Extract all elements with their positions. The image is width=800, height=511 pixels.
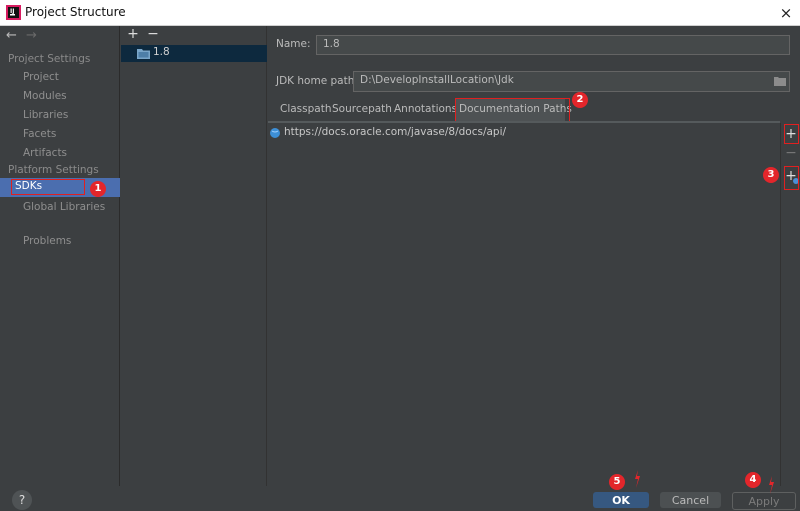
tab-sourcepath[interactable]: Sourcepath	[328, 99, 396, 121]
remove-sdk-button[interactable]: −	[146, 25, 160, 43]
annotation-badge-2: 2	[572, 92, 588, 108]
jdk-folder-icon	[137, 48, 150, 59]
annotation-badge-5: 5	[609, 474, 625, 490]
nav-item-modules[interactable]: Modules	[23, 90, 67, 102]
svg-text:IJ: IJ	[10, 8, 14, 15]
jdk-home-label: JDK home path:	[276, 75, 358, 87]
name-label: Name:	[276, 38, 311, 50]
platform-settings-header: Platform Settings	[8, 164, 99, 176]
jdk-home-path-value: D:\DevelopInstallLocation\Jdk	[360, 74, 514, 86]
annotation-box-add-path	[784, 124, 799, 144]
nav-item-facets[interactable]: Facets	[23, 128, 56, 140]
tab-annotations[interactable]: Annotations	[390, 99, 461, 121]
project-settings-header: Project Settings	[8, 53, 91, 65]
annotation-badge-4: 4	[745, 472, 761, 488]
sdk-name-field[interactable]: 1.8	[316, 35, 790, 55]
add-sdk-button[interactable]: +	[126, 25, 140, 43]
annotation-badge-3: 3	[763, 167, 779, 183]
nav-item-problems[interactable]: Problems	[23, 235, 71, 247]
nav-item-artifacts[interactable]: Artifacts	[23, 147, 67, 159]
annotation-box-documentation-tab	[455, 98, 570, 122]
cancel-button[interactable]: Cancel	[660, 492, 721, 508]
annotation-box-specify-url	[784, 166, 799, 190]
close-icon[interactable]: ×	[776, 3, 796, 23]
documentation-paths-list: https://docs.oracle.com/javase/8/docs/ap…	[268, 123, 780, 486]
nav-item-project[interactable]: Project	[23, 71, 59, 83]
sdk-list-item-label: 1.8	[153, 46, 170, 58]
sdk-list-panel: + − 1.8	[121, 26, 267, 504]
annotation-arrow-ok	[632, 470, 642, 488]
doc-path-url: https://docs.oracle.com/javase/8/docs/ap…	[284, 126, 507, 138]
ok-button[interactable]: OK	[593, 492, 649, 508]
nav-item-libraries[interactable]: Libraries	[23, 109, 68, 121]
window-title: Project Structure	[25, 5, 126, 19]
remove-doc-path-button[interactable]: −	[783, 144, 799, 162]
nav-item-global-libraries[interactable]: Global Libraries	[23, 201, 105, 213]
jdk-home-path-field[interactable]: D:\DevelopInstallLocation\Jdk	[353, 71, 790, 92]
globe-icon	[270, 128, 280, 138]
forward-arrow-icon[interactable]: →	[26, 28, 37, 43]
tab-classpath[interactable]: Classpath	[276, 99, 336, 121]
intellij-app-icon: IJ	[6, 5, 21, 20]
back-arrow-icon[interactable]: ←	[6, 28, 17, 43]
settings-navigation: ← → Project Settings Project Modules Lib…	[0, 26, 120, 504]
help-button[interactable]: ?	[12, 490, 32, 510]
browse-folder-icon[interactable]	[774, 76, 786, 86]
title-bar: IJ Project Structure ×	[0, 0, 800, 26]
sdk-list-item[interactable]: 1.8	[121, 45, 267, 62]
annotation-arrow-apply	[766, 476, 776, 494]
annotation-badge-1: 1	[90, 181, 106, 197]
apply-button[interactable]: Apply	[732, 492, 796, 510]
list-item[interactable]: https://docs.oracle.com/javase/8/docs/ap…	[268, 125, 780, 141]
annotation-box-sdks	[11, 179, 85, 195]
